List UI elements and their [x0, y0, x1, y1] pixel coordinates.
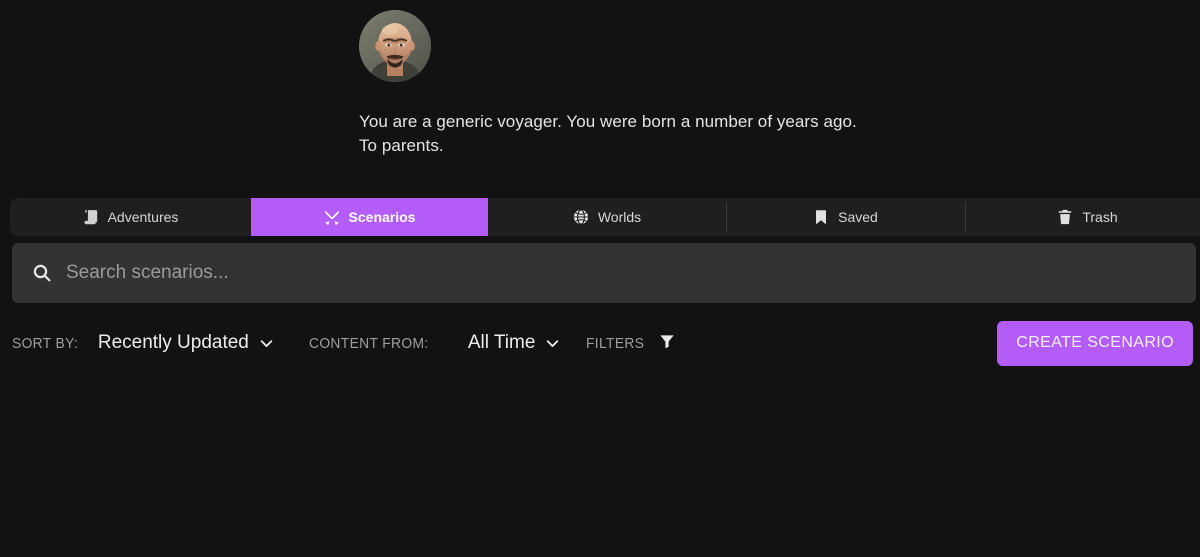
- avatar-portrait-icon: [359, 10, 431, 82]
- sort-by-label: SORT BY:: [12, 334, 79, 352]
- tab-trash[interactable]: Trash: [965, 198, 1200, 236]
- tab-worlds[interactable]: Worlds: [488, 198, 726, 236]
- scroll-icon: [83, 209, 99, 225]
- tab-adventures-label: Adventures: [107, 209, 179, 225]
- profile-bio: You are a generic voyager. You were born…: [359, 112, 857, 155]
- bookmark-icon: [813, 209, 829, 225]
- chevron-down-icon: [544, 335, 561, 352]
- tab-trash-label: Trash: [1082, 209, 1118, 225]
- content-type-tabs: Adventures Scenarios Worlds Saved Trash: [10, 198, 1200, 236]
- tab-saved-label: Saved: [838, 209, 878, 225]
- tab-saved[interactable]: Saved: [726, 198, 965, 236]
- filters-button[interactable]: FILTERS: [586, 333, 674, 354]
- sort-by-dropdown[interactable]: Recently Updated: [98, 332, 275, 354]
- sort-by-value: Recently Updated: [97, 332, 249, 353]
- content-from-dropdown[interactable]: All Time: [468, 332, 562, 354]
- profile-header: You are a generic voyager. You were born…: [0, 0, 1200, 158]
- funnel-icon: [659, 333, 675, 354]
- chevron-down-icon: [258, 335, 275, 352]
- tab-scenarios[interactable]: Scenarios: [251, 198, 488, 236]
- crossed-swords-icon: [324, 209, 340, 225]
- search-icon: [32, 263, 52, 283]
- filters-label: FILTERS: [586, 334, 645, 352]
- globe-icon: [573, 209, 589, 225]
- tab-worlds-label: Worlds: [597, 209, 642, 225]
- scenario-list-empty-area: [0, 372, 1200, 557]
- content-from-value: All Time: [467, 332, 536, 353]
- search-input[interactable]: [66, 262, 1176, 284]
- avatar[interactable]: [359, 10, 431, 82]
- tab-adventures[interactable]: Adventures: [10, 198, 251, 236]
- tab-scenarios-label: Scenarios: [348, 209, 416, 225]
- search-bar[interactable]: [12, 243, 1196, 303]
- filter-toolbar: SORT BY: Recently Updated CONTENT FROM: …: [0, 318, 1200, 368]
- trash-icon: [1057, 209, 1073, 225]
- content-from-label: CONTENT FROM:: [308, 334, 429, 352]
- create-scenario-button[interactable]: CREATE SCENARIO: [997, 320, 1193, 366]
